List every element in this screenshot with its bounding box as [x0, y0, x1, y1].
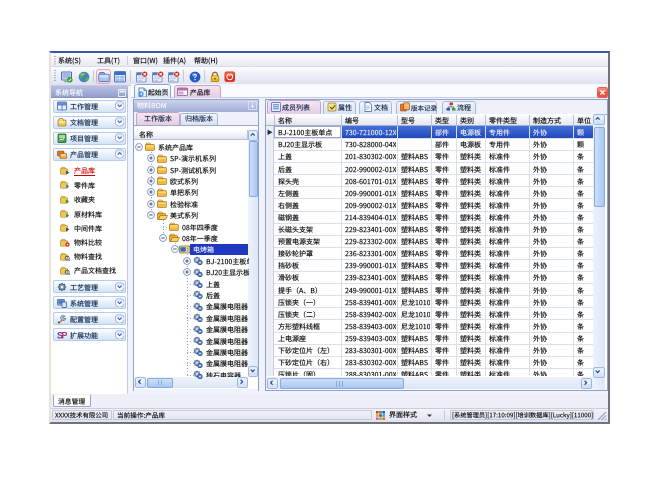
svg-text:P: P	[61, 330, 67, 340]
